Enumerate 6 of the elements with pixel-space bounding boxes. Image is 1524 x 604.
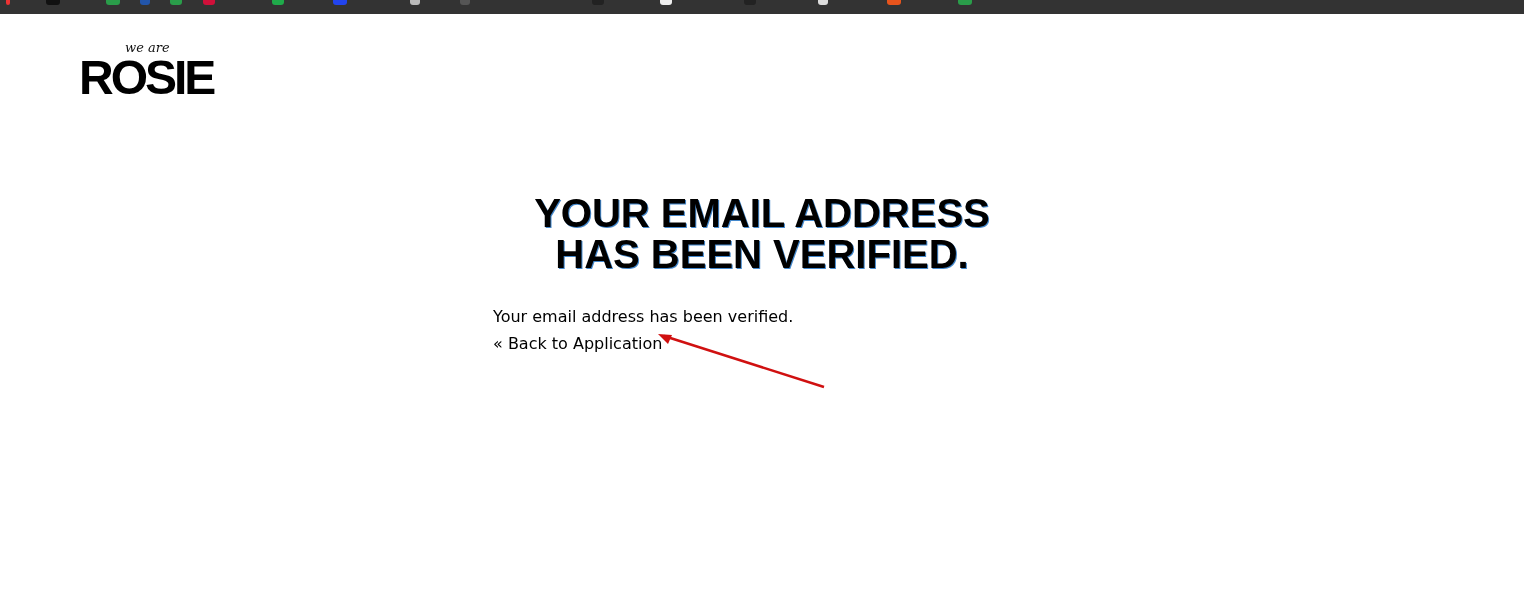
- page-heading: YOUR EMAIL ADDRESS: [534, 193, 990, 234]
- verification-message: Your email address has been verified.: [493, 306, 794, 328]
- back-link[interactable]: « Back to Application: [493, 330, 663, 357]
- page-heading: HAS BEEN VERIFIED.: [555, 234, 969, 275]
- logo-tagline: we are: [125, 41, 171, 55]
- logo-wordmark: ROSIE: [79, 55, 215, 101]
